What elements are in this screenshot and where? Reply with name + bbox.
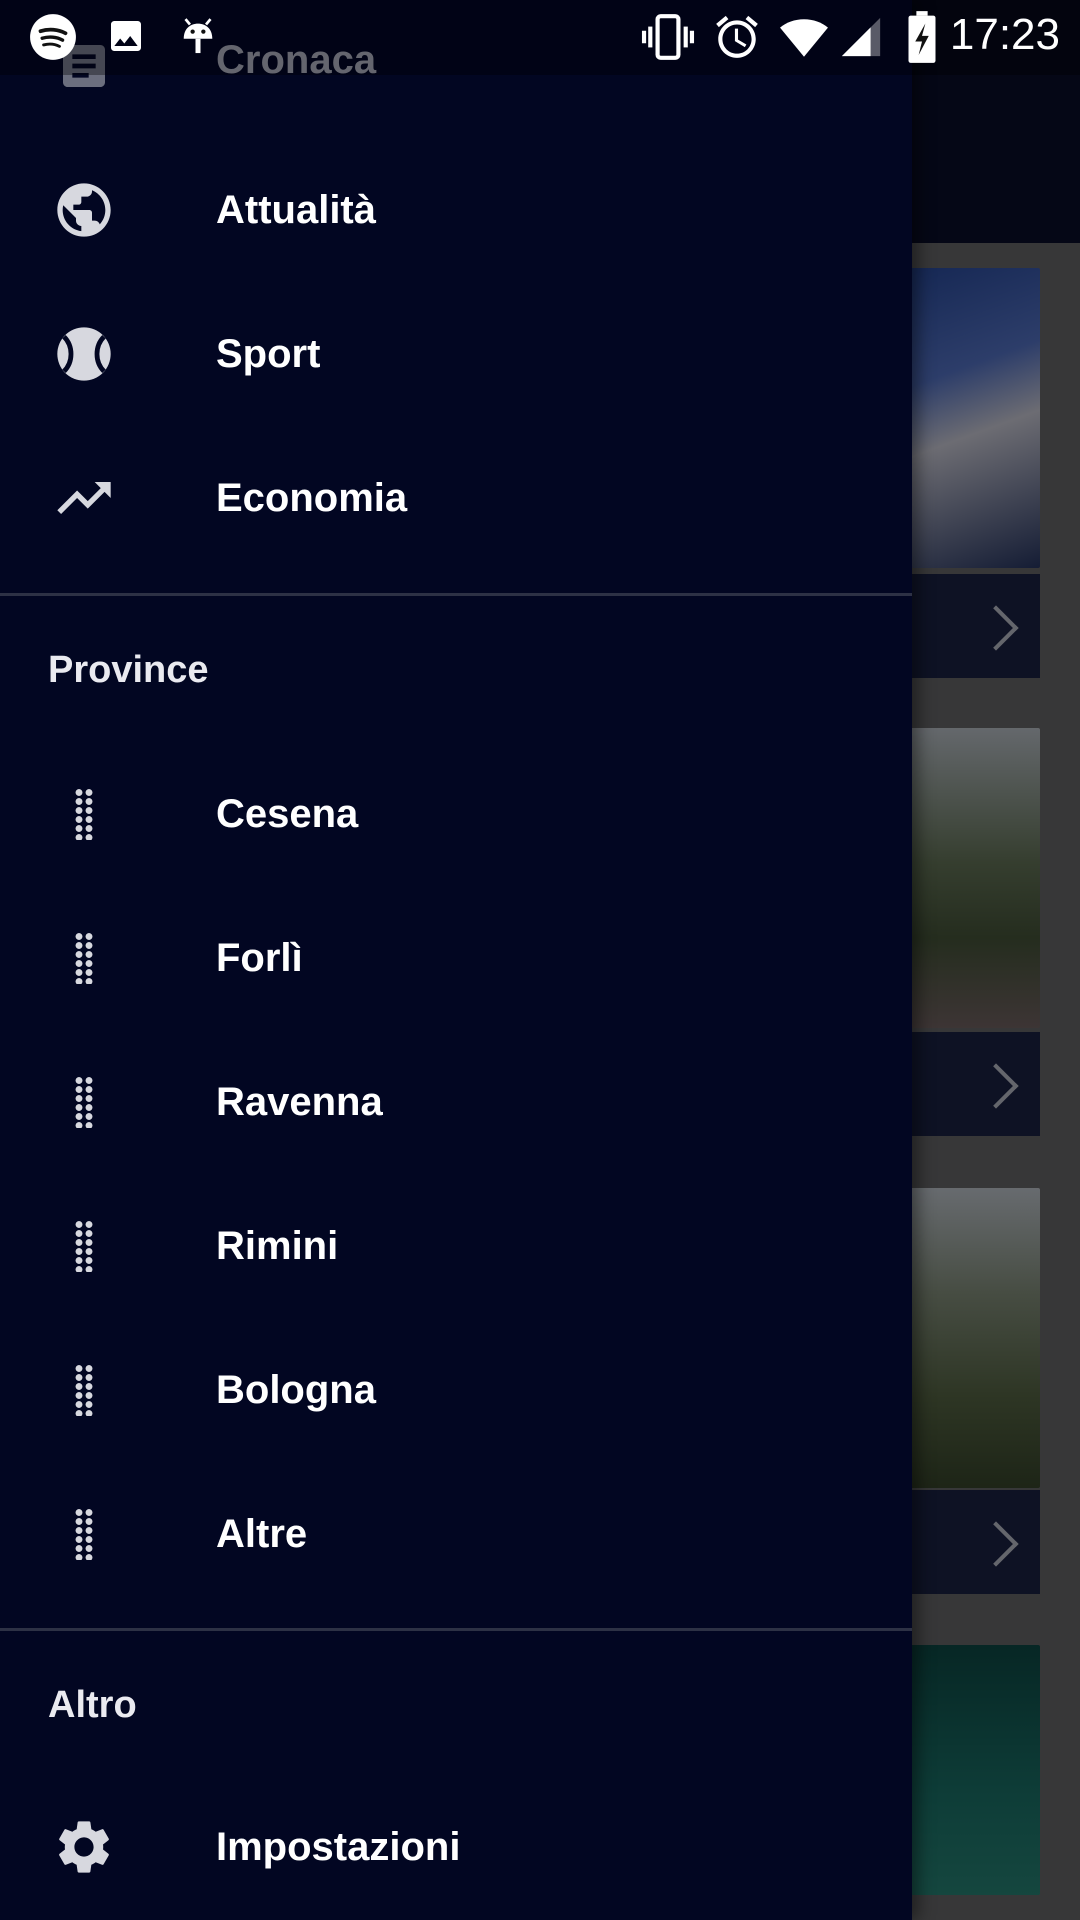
drawer-item-label: Rimini xyxy=(216,1224,339,1268)
trending-up-icon xyxy=(48,462,120,534)
section-divider xyxy=(0,593,912,596)
drawer-item-ravenna[interactable]: Ravenna xyxy=(0,1030,912,1174)
status-bar: 17:23 xyxy=(0,0,1080,75)
alarm-icon xyxy=(712,12,762,67)
section-title-province: Province xyxy=(48,649,209,691)
drawer-item-impostazioni[interactable]: Impostazioni xyxy=(0,1775,912,1919)
globe-icon xyxy=(48,174,120,246)
drag-handle-icon xyxy=(48,1498,120,1570)
navigation-drawer: Cronaca Attualità Sport Economia Provinc… xyxy=(0,0,912,1920)
battery-charging-icon xyxy=(906,10,938,69)
drawer-item-label: Impostazioni xyxy=(216,1825,461,1869)
wifi-icon xyxy=(776,12,832,67)
drawer-item-label: Forlì xyxy=(216,936,303,980)
tennis-ball-icon xyxy=(48,318,120,390)
section-title-altro: Altro xyxy=(48,1684,137,1726)
drawer-item-label: Bologna xyxy=(216,1368,376,1412)
spotify-icon xyxy=(28,12,78,67)
drag-handle-icon xyxy=(48,1066,120,1138)
drawer-item-label: Ravenna xyxy=(216,1080,383,1124)
drag-handle-icon xyxy=(48,778,120,850)
drawer-item-cesena[interactable]: Cesena xyxy=(0,742,912,886)
drag-handle-icon xyxy=(48,922,120,994)
vibrate-icon xyxy=(640,12,696,67)
drawer-item-economia[interactable]: Economia xyxy=(0,426,912,570)
drawer-item-attualita[interactable]: Attualità xyxy=(0,138,912,282)
status-time: 17:23 xyxy=(949,10,1060,59)
drawer-item-label: Economia xyxy=(216,476,408,520)
gear-icon xyxy=(48,1811,120,1883)
drawer-item-label: Sport xyxy=(216,332,321,376)
drag-handle-icon xyxy=(48,1354,120,1426)
drawer-item-rimini[interactable]: Rimini xyxy=(0,1174,912,1318)
android-debug-icon xyxy=(176,12,220,67)
drawer-item-label: Cesena xyxy=(216,792,359,836)
drawer-item-sport[interactable]: Sport xyxy=(0,282,912,426)
image-icon xyxy=(106,16,146,61)
drawer-item-altre[interactable]: Altre xyxy=(0,1462,912,1606)
drag-handle-icon xyxy=(48,1210,120,1282)
cell-signal-icon xyxy=(838,12,884,67)
drawer-item-bologna[interactable]: Bologna xyxy=(0,1318,912,1462)
drawer-item-forli[interactable]: Forlì xyxy=(0,886,912,1030)
drawer-item-label: Attualità xyxy=(216,188,376,232)
section-divider xyxy=(0,1628,912,1631)
drawer-item-label: Altre xyxy=(216,1512,308,1556)
